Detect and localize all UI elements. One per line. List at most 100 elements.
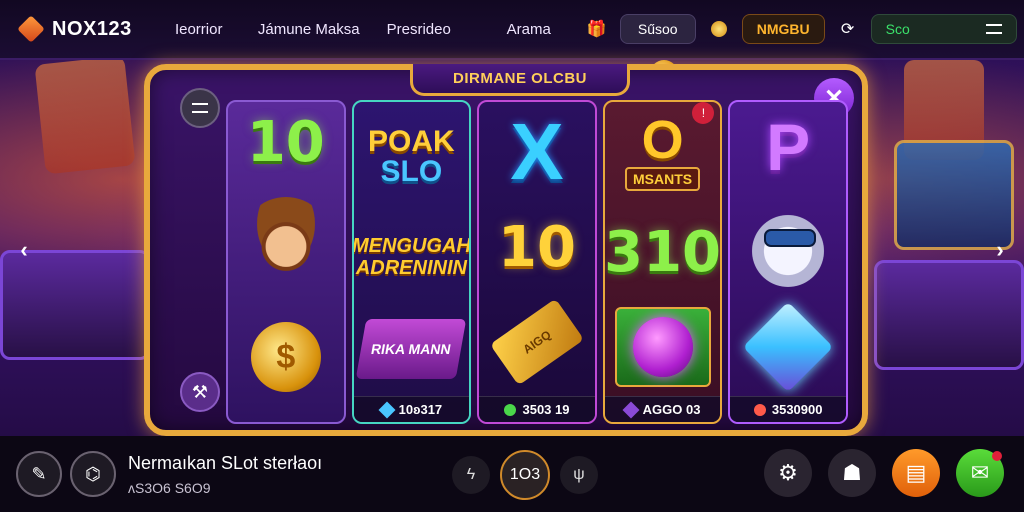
bet-value-display[interactable]: 1O3 (500, 450, 550, 500)
refresh-icon[interactable]: ⟳ (835, 16, 861, 42)
reel-3-footer: 3503 19 (479, 396, 595, 422)
reel-3-number: 10 (498, 214, 576, 280)
reel-2-footer: 10ʚ317 (353, 396, 470, 422)
reel-4-number-symbol: 310 (605, 202, 721, 302)
search-label: Sűsoo (637, 21, 678, 37)
reel-4-top-symbol: ! O MSANTS (605, 102, 721, 202)
reel-2: POAK SLO MENGUGAH ADRENININ RIKA MANN 10… (351, 100, 472, 424)
reel-2-banner: MENGUGAH ADRENININ (354, 212, 470, 302)
nav-item-1[interactable]: Ieorrior (144, 21, 254, 38)
reel-3-bars-text: AIGQ (489, 298, 585, 386)
hamburger-icon[interactable] (985, 24, 1002, 34)
reel-2-box-symbol: RIKA MANN (354, 302, 470, 396)
bet-value: 1O3 (509, 466, 541, 483)
cat-icon: ☗ (842, 460, 862, 485)
coin-label: NMGBU (756, 21, 810, 37)
bet-controls: ϟ 1O3 ψ (452, 450, 598, 500)
reel-4-footer: AGGO 03 (604, 396, 721, 422)
reel-4-number: 310 (604, 219, 722, 285)
brand-name: NOX123 (52, 17, 132, 40)
purple-jewel-icon (605, 302, 721, 392)
fork-icon: ψ (573, 466, 585, 483)
bg-machine-left (0, 250, 150, 360)
blue-gem-icon (378, 401, 396, 418)
game-frame: DIRMANE OLCBU ✕ ⚒ 10 $ POAK SLO MENGUGAH… (144, 64, 868, 436)
top-right-controls: 🎁 Sűsoo NMGBU ⟳ Sco (584, 14, 1017, 44)
bottom-bar: ✎ ⌬ Nermaıkan SLot sterłaoı ʌS3O6 S6O9 ϟ… (0, 436, 1024, 512)
cowboy-character-icon (228, 182, 344, 302)
reel-3-number-symbol: 10 (479, 202, 595, 292)
nav-item-3[interactable]: Presrideo (364, 21, 474, 38)
game-info: Nermaıkan SLot sterłaoı ʌS3O6 S6O9 (128, 453, 322, 496)
gear-icon: ⚙ (778, 460, 798, 485)
reel-2-banner-text: MENGUGAH ADRENININ (351, 235, 471, 279)
search-button[interactable]: Sűsoo (619, 14, 696, 44)
reel-1-top-symbol: 10 (228, 102, 344, 182)
menu-icon (192, 103, 208, 113)
p-symbol-icon: P (766, 110, 811, 184)
game-info-title: Nermaıkan SLot sterłaoı (128, 452, 323, 473)
wolf-character-icon (730, 192, 846, 302)
game-icon-button[interactable]: ⌬ (70, 451, 116, 497)
x-symbol-icon: X (510, 107, 564, 196)
notification-badge-icon: ! (692, 102, 715, 124)
blue-diamond-icon (730, 301, 846, 393)
gold-coin-icon: $ (228, 302, 344, 412)
bg-machine-right-screen (894, 140, 1014, 250)
tool-button[interactable]: ⚒ (180, 372, 220, 412)
chat-button[interactable]: ✉ (956, 449, 1004, 497)
wallet-button[interactable]: ▤ (892, 449, 940, 497)
reel-2-logo-bottom: SLO (380, 155, 443, 188)
reel-4-plaque: MSANTS (625, 167, 701, 191)
wallet-icon: ▤ (905, 460, 927, 485)
mascot-button[interactable]: ☗ (828, 449, 876, 497)
gift-icon[interactable]: 🎁 (584, 16, 610, 42)
nav-item-4[interactable]: Arama (474, 21, 584, 38)
reel-4: ! O MSANTS 310 AGGO 03 (602, 100, 723, 424)
lightning-icon: ϟ (466, 466, 476, 483)
balance-label: Sco (885, 21, 910, 37)
coin-icon[interactable] (706, 16, 732, 42)
decrease-bet-button[interactable]: ϟ (452, 456, 490, 494)
frame-menu-button[interactable] (180, 88, 220, 128)
main-nav: Ieorrior Jámune Maksa Presrideo Arama (144, 21, 584, 38)
controller-icon: ⌬ (85, 463, 101, 484)
reel-2-logo-top: POAK (368, 125, 455, 158)
top-bar: NOX123 Ieorrior Jámune Maksa Presrideo A… (0, 0, 1024, 60)
settings-button[interactable]: ⚙ (764, 449, 812, 497)
gold-bars-icon: AIGQ (479, 292, 595, 392)
notification-dot (992, 451, 1002, 461)
green-coin-icon (501, 401, 519, 418)
reel-5-footer-value: 3530900 (771, 402, 823, 417)
balance-pill[interactable]: Sco (870, 14, 1017, 44)
nav-item-2[interactable]: Jámune Maksa (254, 21, 364, 38)
action-buttons: ⚙ ☗ ▤ ✉ (764, 449, 1004, 497)
pen-icon: ✎ (31, 463, 47, 484)
reels: 10 $ POAK SLO MENGUGAH ADRENININ RIKA MA… (226, 100, 848, 424)
red-coin-icon (751, 401, 769, 418)
bg-machine-right (874, 260, 1024, 370)
bg-machine-left-top (34, 55, 136, 175)
increase-bet-button[interactable]: ψ (560, 456, 598, 494)
logo-cube-icon (17, 15, 45, 43)
coin-button[interactable]: NMGBU (741, 14, 825, 44)
reel-5-footer: 3530900 (730, 396, 846, 422)
game-title: DIRMANE OLCBU (410, 64, 630, 96)
prev-arrow-icon[interactable]: ‹ (10, 236, 38, 264)
brand-logo[interactable]: NOX123 (17, 15, 132, 43)
reel-1: 10 $ (226, 100, 346, 424)
purple-gem-icon (622, 401, 640, 418)
reel-4-footer-value: AGGO 03 (642, 402, 701, 417)
reel-3: X 10 AIGQ 3503 19 (477, 100, 597, 424)
reel-2-footer-value: 10ʚ317 (398, 402, 443, 417)
chat-icon: ✉ (970, 460, 990, 485)
reel-5: P 3530900 (728, 100, 848, 424)
back-button[interactable]: ✎ (16, 451, 62, 497)
reel-2-logo: POAK SLO (354, 102, 470, 212)
reel-3-footer-value: 3503 19 (522, 402, 570, 417)
game-info-subtitle: ʌS3O6 S6O9 (128, 479, 211, 496)
gold-o-icon: O (641, 110, 684, 170)
next-arrow-icon[interactable]: › (986, 236, 1014, 264)
reel-2-box-text: RIKA MANN (356, 319, 467, 379)
reel-1-number: 10 (246, 109, 325, 175)
